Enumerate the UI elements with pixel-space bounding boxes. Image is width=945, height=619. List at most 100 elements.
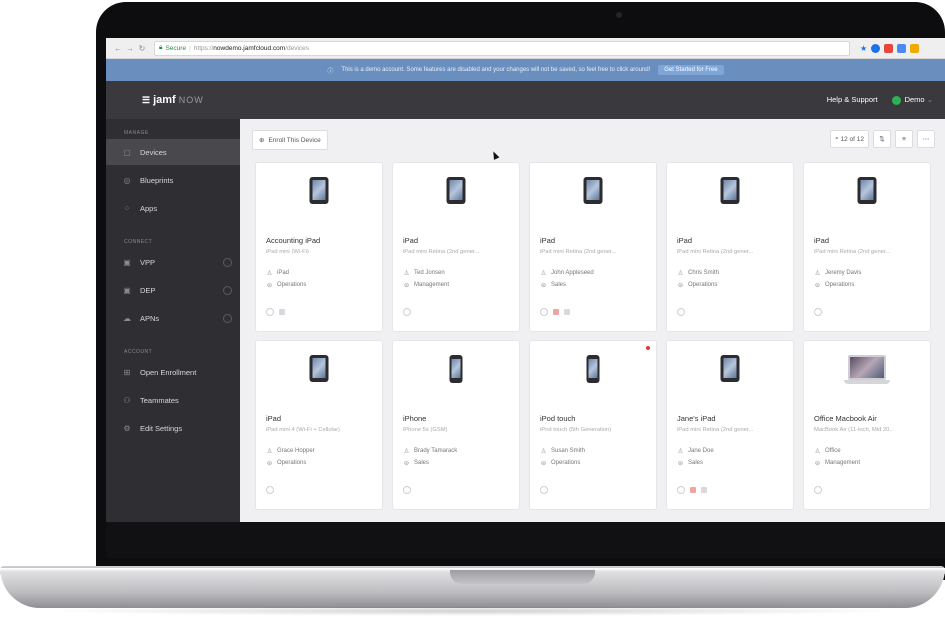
filter-button[interactable]: ≡ <box>895 130 913 148</box>
url-host: nowdemo.jamfcloud.com <box>213 44 286 52</box>
device-card[interactable]: Jane's iPad iPad mini Retina (2nd gener.… <box>667 341 793 509</box>
sidebar-item-label: Open Enrollment <box>140 367 197 377</box>
laptop-chin <box>106 522 945 558</box>
device-card[interactable]: iPad iPad mini Retina (2nd gener... ♙ Joh… <box>530 163 656 331</box>
extension-2-icon[interactable] <box>884 43 894 53</box>
sidebar-item-label: Teammates <box>140 395 179 405</box>
sidebar-item-edit-settings[interactable]: ⚙ Edit Settings <box>106 415 240 441</box>
status-icons <box>814 486 822 494</box>
sidebar: MANAGE ▢ Devices ◎ Blueprints ⁘ Apps CONNEC… <box>106 119 240 522</box>
enroll-label: Enroll This Device <box>268 136 321 144</box>
status-circle-icon <box>677 486 685 494</box>
user-label: Susan Smith <box>551 448 586 454</box>
user-icon: ♙ <box>266 448 273 455</box>
forward-icon[interactable]: → <box>124 44 136 53</box>
device-group: ⊜ Sales <box>677 459 703 467</box>
sidebar-item-label: Edit Settings <box>140 423 183 433</box>
status-icons <box>266 486 274 494</box>
star-icon[interactable]: ★ <box>860 44 867 53</box>
device-name: iPad <box>677 236 693 245</box>
group-icon: ⊜ <box>677 282 684 289</box>
group-label: Operations <box>825 282 855 288</box>
iphone-icon <box>449 355 463 383</box>
sidebar-item-blueprints[interactable]: ◎ Blueprints <box>106 167 240 193</box>
extension-3-icon[interactable] <box>897 43 907 53</box>
group-icon: ⊜ <box>540 282 547 289</box>
device-card[interactable]: iPad iPad mini Retina (2nd gener... ♙ Chr… <box>667 163 793 331</box>
group-icon: ⊜ <box>677 460 684 467</box>
user-label: Jeremy Davis <box>825 270 862 276</box>
user-menu[interactable]: Demo ⌄ <box>891 95 933 105</box>
group-icon: ⊜ <box>403 282 410 289</box>
device-user: ♙ Office <box>814 447 841 455</box>
device-model: iPad mini 4 (Wi-Fi + Cellular) <box>266 427 340 433</box>
group-label: Sales <box>688 460 704 466</box>
group-label: Operations <box>277 282 307 288</box>
device-model: iPhone 5s (GSM) <box>403 427 448 433</box>
status-circle-icon <box>403 308 411 316</box>
ipad-icon <box>309 355 329 382</box>
device-card[interactable]: iPad iPad mini 4 (Wi-Fi + Cellular) ♙ Gra… <box>256 341 382 509</box>
extension-icons: ★ <box>860 43 920 53</box>
device-user: ♙ Grace Hopper <box>266 447 315 455</box>
device-model: iPad mini Retina (2nd gener... <box>677 427 754 433</box>
device-card[interactable]: Office Macbook Air MacBook Air (11-inch,… <box>804 341 930 509</box>
sidebar-item-apns[interactable]: ☁ APNs <box>106 305 240 331</box>
device-name: Accounting iPad <box>266 236 321 245</box>
extension-4-icon[interactable] <box>910 43 920 53</box>
enroll-device-button[interactable]: ⊕ Enroll This Device <box>252 130 328 150</box>
device-user: ♙ Brady Tamarack <box>403 447 458 455</box>
device-card[interactable]: iPhone iPhone 5s (GSM) ♙ Brady Tamarack ⊜… <box>393 341 519 509</box>
alert-square-icon <box>690 487 696 493</box>
device-name: Jane's iPad <box>677 414 716 423</box>
secure-label: Secure <box>165 44 187 52</box>
chevron-down-icon: ⌄ <box>926 95 933 105</box>
section-manage: MANAGE <box>124 130 149 136</box>
sidebar-item-teammates[interactable]: ⚇ Teammates <box>106 387 240 413</box>
device-name: iPad <box>266 414 282 423</box>
dep-icon: ▣ <box>123 285 131 295</box>
logo-text: jamf <box>153 94 176 106</box>
camera <box>616 12 622 18</box>
get-started-button[interactable]: Get Started for Free <box>658 65 724 75</box>
sidebar-item-dep[interactable]: ▣ DEP <box>106 277 240 303</box>
device-card[interactable]: iPod touch iPod touch (5th Generation) ♙… <box>530 341 656 509</box>
extension-1-icon[interactable] <box>871 43 881 53</box>
device-group: ⊜ Operations <box>677 281 718 289</box>
url-scheme: https:// <box>193 44 214 52</box>
device-card[interactable]: iPad iPad mini Retina (2nd gener... ♙ Ted… <box>393 163 519 331</box>
device-group: ⊜ Management <box>403 281 449 289</box>
status-circle-icon <box>814 486 822 494</box>
status-circle-icon <box>677 308 685 316</box>
status-square-icon <box>701 487 707 493</box>
sidebar-item-apps[interactable]: ⁘ Apps <box>106 195 240 221</box>
back-icon[interactable]: ← <box>112 44 124 53</box>
search-button[interactable]: ⌕ 12 of 12 <box>830 130 869 148</box>
sidebar-item-vpp[interactable]: ▣ VPP <box>106 249 240 275</box>
status-circle-icon <box>540 308 548 316</box>
device-count: 12 of 12 <box>840 135 865 143</box>
device-card[interactable]: iPad iPad mini Retina (2nd gener... ♙ Jer… <box>804 163 930 331</box>
status-icons <box>677 486 707 494</box>
group-label: Sales <box>414 460 430 466</box>
sidebar-item-devices[interactable]: ▢ Devices <box>106 139 240 165</box>
status-icons <box>677 308 685 316</box>
status-indicator <box>223 313 232 323</box>
status-circle-icon <box>266 308 274 316</box>
jamf-now-logo[interactable]: ☰ jamf NOW <box>142 94 204 106</box>
more-button[interactable]: ⋯ <box>917 130 935 148</box>
ipad-icon <box>446 177 466 204</box>
status-circle-icon <box>814 308 822 316</box>
address-bar[interactable]: 🔒︎ Secure | https:// nowdemo.jamfcloud.c… <box>154 40 850 56</box>
user-name: Demo <box>904 95 925 105</box>
sidebar-item-open-enrollment[interactable]: ⊞ Open Enrollment <box>106 359 240 385</box>
sort-button[interactable]: ⇅ <box>873 130 891 148</box>
user-label: Chris Smith <box>688 270 720 276</box>
lock-icon: 🔒︎ <box>159 44 163 51</box>
device-card[interactable]: Accounting iPad iPad mini (Wi-Fi) ♙ iPad … <box>256 163 382 331</box>
reload-icon[interactable]: ↻ <box>136 44 148 53</box>
help-support-link[interactable]: Help & Support <box>827 95 878 104</box>
status-icons <box>403 486 411 494</box>
user-label: Grace Hopper <box>277 448 315 454</box>
sort-icon: ⇅ <box>879 136 885 143</box>
